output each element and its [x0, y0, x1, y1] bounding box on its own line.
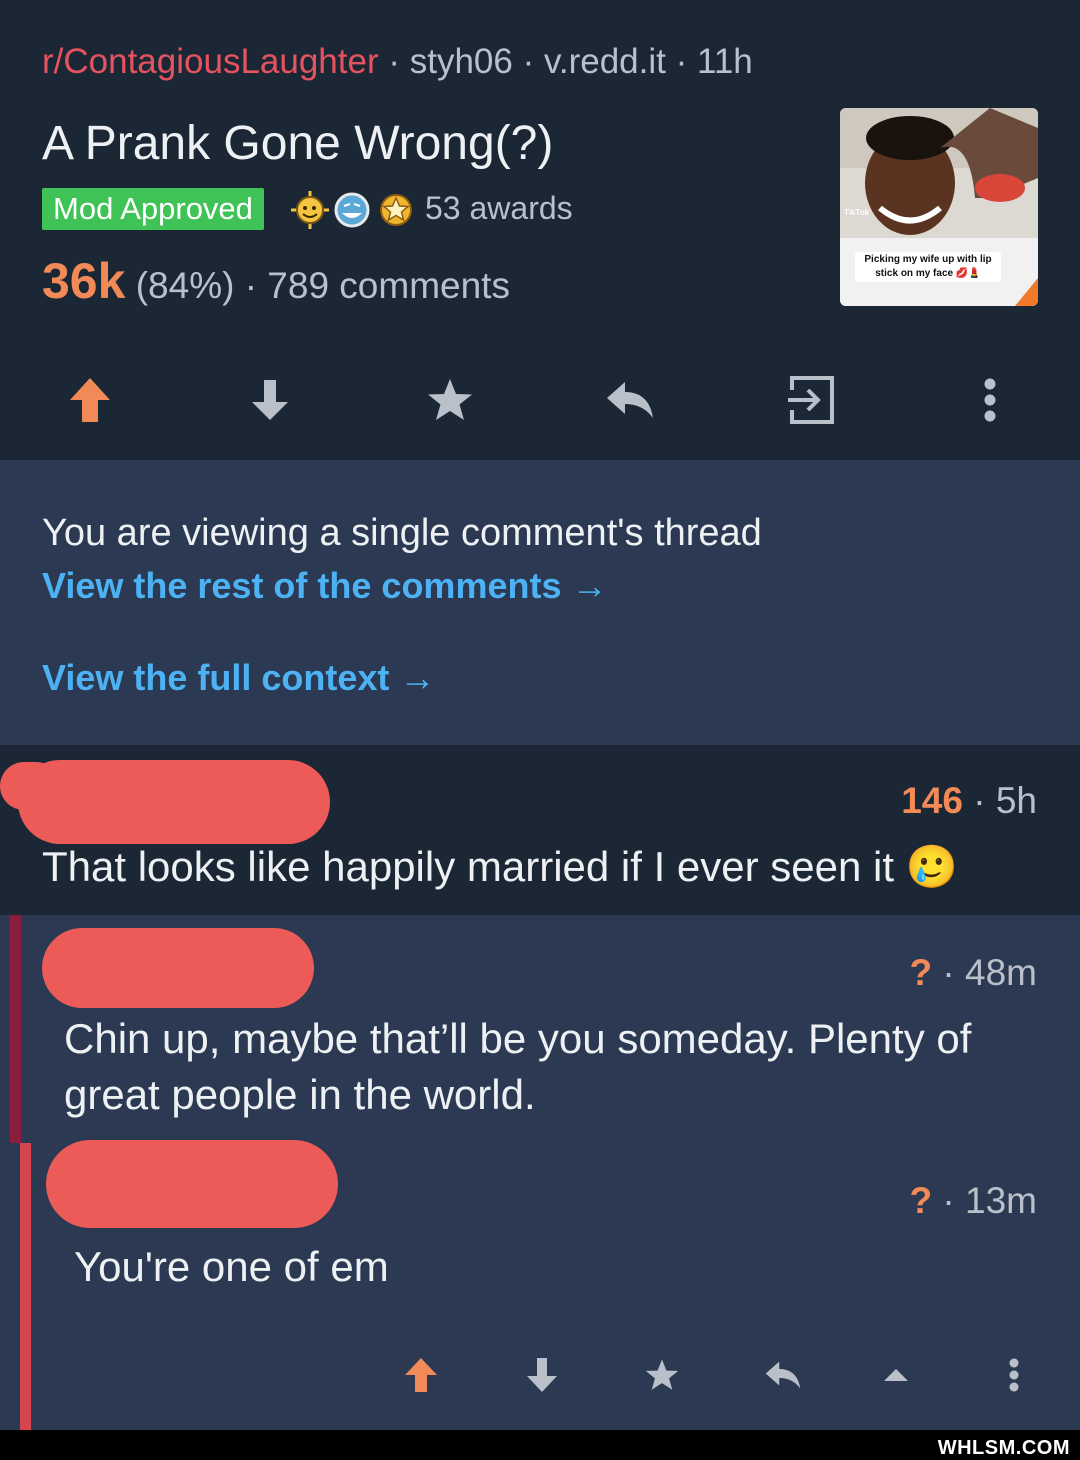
comment-score-time: 146 · 5h	[901, 780, 1037, 822]
open-external-icon	[788, 376, 834, 424]
comment-score: ?	[909, 952, 933, 993]
redacted-username	[42, 928, 314, 1008]
reply-icon	[607, 382, 653, 418]
comment-reply-button[interactable]	[753, 1345, 813, 1405]
post-title[interactable]: A Prank Gone Wrong(?)	[42, 116, 553, 171]
comment-actions-bar	[0, 1345, 1080, 1405]
more-options-button[interactable]	[960, 370, 1020, 430]
post-score-line: 36k (84%) · 789 comments	[42, 252, 510, 310]
comment-body: You're one of em	[74, 1243, 389, 1290]
award-icons	[291, 191, 412, 229]
comment-score-time: ? · 13m	[910, 1180, 1037, 1222]
downvote-icon	[252, 380, 288, 420]
chevron-up-icon	[884, 1369, 908, 1381]
thumbnail-caption: Picking my wife up with lip stick on my …	[855, 252, 1001, 282]
comment-upvote-button[interactable]	[391, 1345, 451, 1405]
upvote-button[interactable]	[60, 370, 120, 430]
subreddit-link[interactable]: r/ContagiousLaughter	[42, 42, 379, 81]
downvote-button[interactable]	[240, 370, 300, 430]
comment-body: Chin up, maybe that’ll be you someday. P…	[64, 1015, 972, 1118]
single-thread-notice-text: You are viewing a single comment's threa…	[42, 512, 762, 554]
redacted-username	[46, 1140, 338, 1228]
comment-body: That looks like happily married if I eve…	[42, 843, 959, 890]
star-icon	[428, 379, 472, 420]
footer-strip	[0, 1430, 1080, 1460]
reply-button[interactable]	[600, 370, 660, 430]
comment-downvote-button[interactable]	[512, 1345, 572, 1405]
downvote-icon	[527, 1358, 557, 1392]
more-icon	[984, 378, 996, 422]
redacted-avatar	[0, 762, 60, 810]
post-thumbnail[interactable]: TikTok Picking my wife up with lip stick…	[840, 108, 1038, 306]
sun-award-icon	[291, 191, 329, 229]
comment-more-options-button[interactable]	[984, 1345, 1044, 1405]
save-button[interactable]	[420, 370, 480, 430]
laughing-award-icon	[334, 192, 370, 228]
awards-count[interactable]: 53 awards	[425, 190, 573, 227]
view-full-context-link[interactable]: View the full context →	[42, 657, 435, 699]
post-flair: Mod Approved	[42, 188, 264, 230]
comment-score: 146	[901, 780, 963, 821]
more-icon	[1009, 1358, 1019, 1392]
comment-time: · 13m	[932, 1180, 1037, 1221]
site-watermark: WHLSM.COM	[937, 1437, 1070, 1459]
comment-score: ?	[909, 1180, 933, 1221]
comment-time: · 5h	[962, 780, 1037, 821]
star-award-icon	[380, 194, 412, 226]
redacted-username	[18, 760, 330, 844]
post-meta: r/ContagiousLaughter · styh06 · v.redd.i…	[42, 42, 753, 82]
reply-icon	[765, 1361, 801, 1389]
upvote-icon	[70, 378, 110, 422]
view-rest-comments-link[interactable]: View the rest of the comments →	[42, 565, 607, 607]
upvote-icon	[405, 1358, 437, 1392]
post-meta-rest: · styh06 · v.redd.it · 11h	[378, 42, 753, 81]
comment-time: · 48m	[932, 952, 1037, 993]
post-score: 36k	[42, 253, 126, 309]
open-external-button[interactable]	[780, 370, 840, 430]
post-actions-bar	[0, 360, 1080, 440]
post-score-rest: (84%) · 789 comments	[125, 265, 510, 306]
collapse-button[interactable]	[866, 1345, 926, 1405]
comment-save-button[interactable]	[632, 1345, 692, 1405]
comment-score-time: ? · 48m	[910, 952, 1037, 994]
thread-depth-bar	[10, 915, 21, 1143]
star-icon	[645, 1359, 679, 1390]
tiktok-watermark: TikTok	[844, 208, 870, 217]
